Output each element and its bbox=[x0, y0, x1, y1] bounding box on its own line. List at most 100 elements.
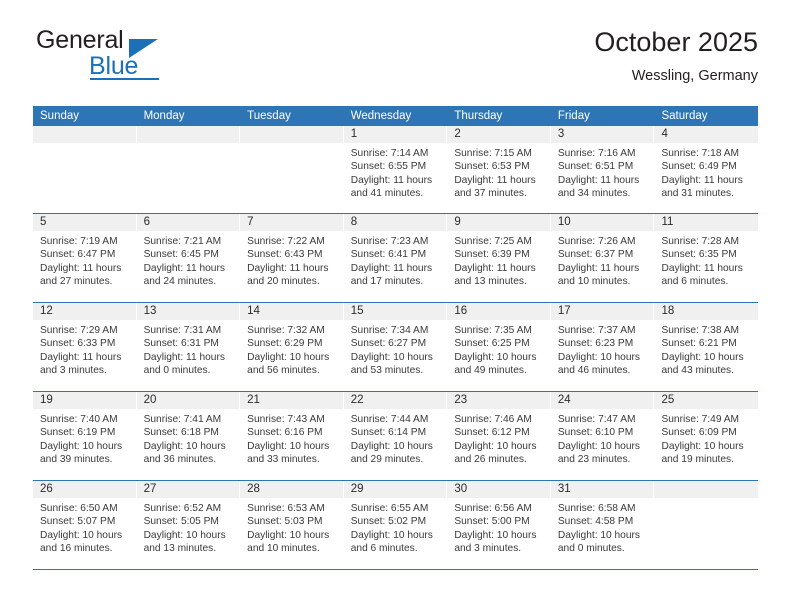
sunrise-text: Sunrise: 7:43 AM bbox=[247, 414, 325, 425]
day-cell-2[interactable]: 2 Sunrise: 7:15 AM Sunset: 6:53 PM Daylight… bbox=[447, 126, 551, 213]
day-cell-20[interactable]: 20 Sunrise: 7:41 AM Sunset: 6:18 PM Dayligh… bbox=[136, 392, 241, 480]
day-cell-4[interactable]: 4 Sunrise: 7:18 AM Sunset: 6:49 PM Daylight… bbox=[654, 126, 759, 213]
daylight-text-line1: Daylight: 10 hours bbox=[454, 529, 537, 541]
daylight-text-line1: Daylight: 11 hours bbox=[247, 262, 329, 274]
daylight-text-line2: and 6 minutes. bbox=[350, 542, 418, 554]
sunrise-text: Sunrise: 6:52 AM bbox=[143, 503, 222, 514]
sunrise-text: Sunrise: 7:40 AM bbox=[40, 414, 118, 425]
day-number: 19 bbox=[33, 392, 137, 409]
daylight-text-line1: Daylight: 11 hours bbox=[661, 262, 743, 274]
weekday-header-row: Sunday Monday Tuesday Wednesday Thursday Frid… bbox=[33, 106, 758, 126]
sunrise-text: Sunrise: 7:14 AM bbox=[350, 148, 429, 159]
general-blue-logo[interactable]: General Blue bbox=[33, 26, 263, 88]
day-cell-21[interactable]: 21 Sunrise: 7:43 AM Sunset: 6:16 PM Dayligh… bbox=[240, 392, 344, 480]
day-cell-7[interactable]: 7 Sunrise: 7:22 AM Sunset: 6:43 PM Daylight… bbox=[240, 214, 344, 302]
day-cell-16[interactable]: 16 Sunrise: 7:35 AM Sunset: 6:25 PM Dayligh… bbox=[447, 303, 551, 391]
day-cell-23[interactable]: 23 Sunrise: 7:46 AM Sunset: 6:12 PM Dayligh… bbox=[447, 392, 551, 480]
logo-text-blue: Blue bbox=[89, 52, 139, 80]
daylight-text-line1: Daylight: 10 hours bbox=[350, 351, 433, 363]
title-block: October 2025 Wessling, Germany bbox=[594, 26, 758, 86]
sunset-text: Sunset: 6:51 PM bbox=[557, 161, 634, 173]
daylight-text-line1: Daylight: 11 hours bbox=[350, 262, 433, 274]
daylight-text-line1: Daylight: 10 hours bbox=[143, 529, 226, 541]
day-cell-5[interactable]: 5 Sunrise: 7:19 AM Sunset: 6:47 PM Daylight… bbox=[33, 214, 137, 302]
calendar-week-row: 1 Sunrise: 7:14 AM Sunset: 6:55 PM Daylight… bbox=[33, 126, 759, 214]
day-details: Sunrise: 7:15 AM Sunset: 6:53 PM Daylight:… bbox=[447, 143, 551, 200]
sunset-text: Sunset: 6:33 PM bbox=[40, 338, 116, 350]
daylight-text-line2: and 10 minutes. bbox=[557, 275, 631, 287]
daylight-text-line1: Daylight: 11 hours bbox=[454, 262, 536, 274]
daylight-text-line2: and 53 minutes. bbox=[350, 364, 424, 376]
daylight-text-line2: and 6 minutes. bbox=[661, 275, 729, 287]
day-cell-29[interactable]: 29 Sunrise: 6:55 AM Sunset: 5:02 PM Dayligh… bbox=[343, 481, 448, 569]
day-cell-12[interactable]: 12 Sunrise: 7:29 AM Sunset: 6:33 PM Dayligh… bbox=[33, 303, 137, 391]
day-cell-30[interactable]: 30 Sunrise: 6:56 AM Sunset: 5:00 PM Dayligh… bbox=[447, 481, 551, 569]
day-details: Sunrise: 7:43 AM Sunset: 6:16 PM Daylight:… bbox=[240, 409, 344, 466]
daylight-text-line2: and 43 minutes. bbox=[661, 364, 734, 376]
daylight-text-line2: and 13 minutes. bbox=[454, 275, 527, 287]
day-cell-25[interactable]: 25 Sunrise: 7:49 AM Sunset: 6:09 PM Dayligh… bbox=[654, 392, 759, 480]
sunrise-text: Sunrise: 7:37 AM bbox=[557, 325, 636, 336]
sunrise-text: Sunrise: 7:41 AM bbox=[143, 414, 222, 425]
day-cell-27[interactable]: 27 Sunrise: 6:52 AM Sunset: 5:05 PM Dayligh… bbox=[136, 481, 241, 569]
day-details: Sunrise: 7:23 AM Sunset: 6:41 PM Daylight:… bbox=[344, 231, 448, 288]
page-header: General Blue October 2025 Wessling, Germ… bbox=[33, 26, 758, 98]
day-cell-11[interactable]: 11 Sunrise: 7:28 AM Sunset: 6:35 PM Dayligh… bbox=[654, 214, 759, 302]
sunrise-text: Sunrise: 6:56 AM bbox=[454, 503, 532, 514]
day-cell-14[interactable]: 14 Sunrise: 7:32 AM Sunset: 6:29 PM Dayligh… bbox=[240, 303, 344, 391]
day-cell-18[interactable]: 18 Sunrise: 7:38 AM Sunset: 6:21 PM Dayligh… bbox=[654, 303, 759, 391]
day-cell-1[interactable]: 1 Sunrise: 7:14 AM Sunset: 6:55 PM Daylight… bbox=[343, 126, 448, 213]
day-cell-9[interactable]: 9 Sunrise: 7:25 AM Sunset: 6:39 PM Daylight… bbox=[447, 214, 551, 302]
day-cell-10[interactable]: 10 Sunrise: 7:26 AM Sunset: 6:37 PM Dayligh… bbox=[550, 214, 655, 302]
day-details: Sunrise: 7:47 AM Sunset: 6:10 PM Daylight:… bbox=[551, 409, 655, 466]
daylight-text-line2: and 46 minutes. bbox=[557, 364, 631, 376]
daylight-text-line1: Daylight: 11 hours bbox=[350, 174, 433, 186]
sunrise-text: Sunrise: 7:26 AM bbox=[557, 236, 636, 247]
day-details: Sunrise: 7:31 AM Sunset: 6:31 PM Daylight:… bbox=[137, 320, 241, 377]
daylight-text-line2: and 16 minutes. bbox=[40, 542, 113, 554]
day-cell-8[interactable]: 8 Sunrise: 7:23 AM Sunset: 6:41 PM Daylight… bbox=[343, 214, 448, 302]
sunrise-text: Sunrise: 7:38 AM bbox=[661, 325, 740, 336]
daylight-text-line1: Daylight: 10 hours bbox=[350, 529, 433, 541]
daylight-text-line1: Daylight: 10 hours bbox=[454, 351, 537, 363]
sunset-text: Sunset: 6:14 PM bbox=[350, 427, 427, 439]
weekday-header-wednesday: Wednesday bbox=[350, 110, 412, 122]
day-cell-6[interactable]: 6 Sunrise: 7:21 AM Sunset: 6:45 PM Daylight… bbox=[136, 214, 241, 302]
weekday-header-friday: Friday bbox=[557, 110, 590, 122]
sunset-text: Sunset: 6:53 PM bbox=[454, 161, 530, 173]
logo-text-general: General bbox=[36, 26, 124, 54]
day-cell-22[interactable]: 22 Sunrise: 7:44 AM Sunset: 6:14 PM Dayligh… bbox=[343, 392, 448, 480]
day-cell-26[interactable]: 26 Sunrise: 6:50 AM Sunset: 5:07 PM Dayligh… bbox=[33, 481, 137, 569]
sunset-text: Sunset: 5:05 PM bbox=[143, 516, 219, 528]
sunrise-text: Sunrise: 7:31 AM bbox=[143, 325, 222, 336]
day-cell-15[interactable]: 15 Sunrise: 7:34 AM Sunset: 6:27 PM Dayligh… bbox=[343, 303, 448, 391]
day-details: Sunrise: 7:40 AM Sunset: 6:19 PM Daylight:… bbox=[33, 409, 137, 466]
daylight-text-line2: and 29 minutes. bbox=[350, 453, 424, 465]
day-cell-31[interactable]: 31 Sunrise: 6:58 AM Sunset: 4:58 PM Dayligh… bbox=[550, 481, 655, 569]
sunrise-text: Sunrise: 7:21 AM bbox=[143, 236, 222, 247]
day-details: Sunrise: 6:58 AM Sunset: 4:58 PM Daylight:… bbox=[551, 498, 655, 555]
day-number bbox=[33, 126, 137, 143]
day-cell-3[interactable]: 3 Sunrise: 7:16 AM Sunset: 6:51 PM Daylight… bbox=[550, 126, 655, 213]
day-cell-24[interactable]: 24 Sunrise: 7:47 AM Sunset: 6:10 PM Dayligh… bbox=[550, 392, 655, 480]
day-number: 27 bbox=[136, 481, 241, 498]
day-cell-28[interactable]: 28 Sunrise: 6:53 AM Sunset: 5:03 PM Dayligh… bbox=[240, 481, 344, 569]
day-cell-13[interactable]: 13 Sunrise: 7:31 AM Sunset: 6:31 PM Dayligh… bbox=[136, 303, 241, 391]
daylight-text-line2: and 31 minutes. bbox=[661, 187, 734, 199]
day-number: 21 bbox=[240, 392, 344, 409]
day-number: 25 bbox=[654, 392, 759, 409]
daylight-text-line2: and 3 minutes. bbox=[454, 542, 522, 554]
day-number: 20 bbox=[136, 392, 241, 409]
sunset-text: Sunset: 6:35 PM bbox=[661, 249, 737, 261]
day-cell-17[interactable]: 17 Sunrise: 7:37 AM Sunset: 6:23 PM Dayligh… bbox=[550, 303, 655, 391]
day-number: 2 bbox=[447, 126, 551, 143]
day-number: 18 bbox=[654, 303, 759, 320]
day-number: 16 bbox=[447, 303, 551, 320]
daylight-text-line2: and 23 minutes. bbox=[557, 453, 631, 465]
day-number bbox=[240, 126, 344, 143]
daylight-text-line2: and 33 minutes. bbox=[247, 453, 320, 465]
sunrise-text: Sunrise: 7:32 AM bbox=[247, 325, 325, 336]
daylight-text-line2: and 0 minutes. bbox=[557, 542, 625, 554]
sunset-text: Sunset: 6:10 PM bbox=[557, 427, 634, 439]
day-cell-19[interactable]: 19 Sunrise: 7:40 AM Sunset: 6:19 PM Dayligh… bbox=[33, 392, 137, 480]
